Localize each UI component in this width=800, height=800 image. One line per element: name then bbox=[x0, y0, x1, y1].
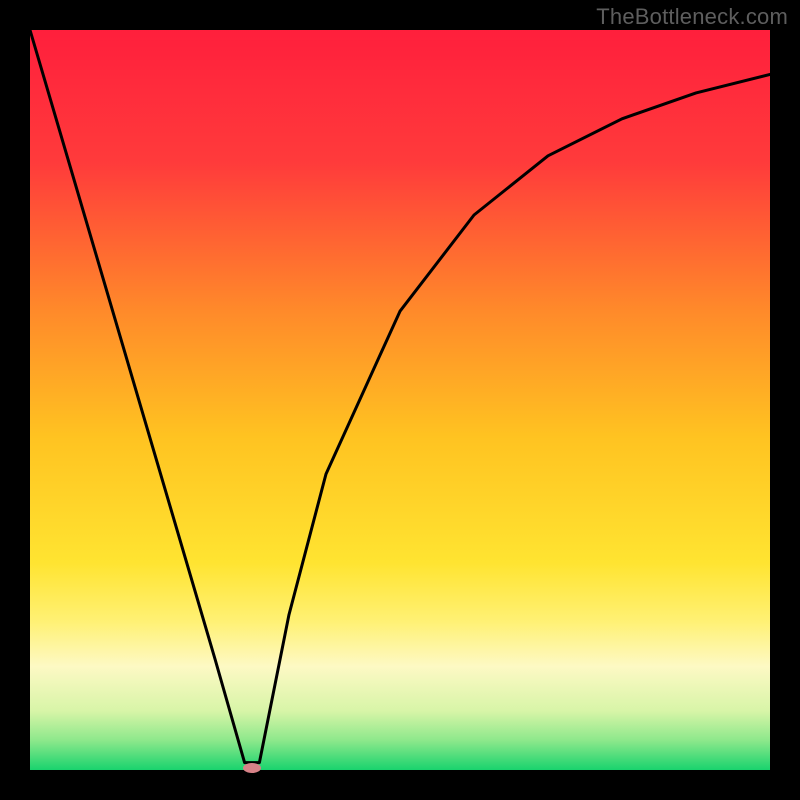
watermark-text: TheBottleneck.com bbox=[596, 4, 788, 30]
bottleneck-chart bbox=[0, 0, 800, 800]
plot-background bbox=[30, 30, 770, 770]
chart-frame: TheBottleneck.com bbox=[0, 0, 800, 800]
minimum-marker bbox=[243, 763, 261, 773]
